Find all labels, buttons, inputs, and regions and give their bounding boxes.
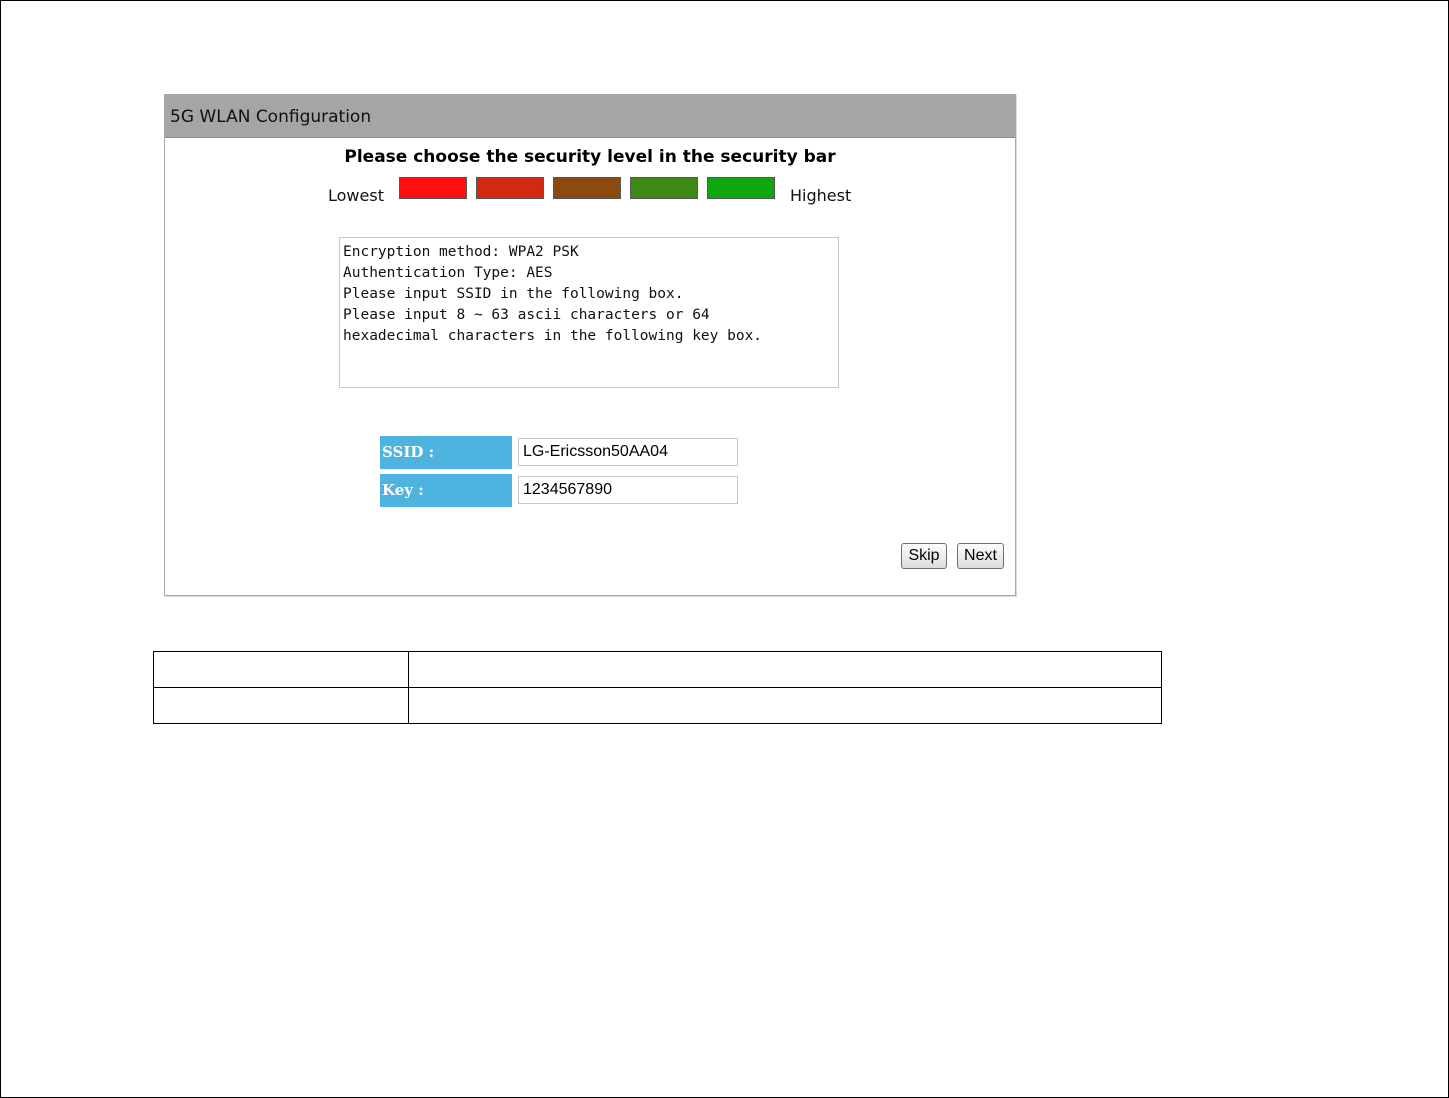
security-level-4[interactable] bbox=[630, 177, 698, 199]
ssid-input[interactable] bbox=[518, 438, 738, 466]
info-line-key-hint-cont: hexadecimal characters in the following … bbox=[343, 328, 763, 344]
security-highest-label: Highest bbox=[790, 186, 852, 205]
skip-button[interactable]: Skip bbox=[901, 543, 947, 569]
security-level-5[interactable] bbox=[707, 177, 775, 199]
info-line-ssid-hint: Please input SSID in the following box. bbox=[343, 286, 684, 302]
security-heading: Please choose the security level in the … bbox=[344, 147, 836, 167]
document-table bbox=[153, 651, 1162, 724]
panel-header: 5G WLAN Configuration bbox=[165, 95, 1015, 138]
table-cell bbox=[408, 687, 1162, 724]
key-label: Key : bbox=[380, 474, 512, 507]
table-cell bbox=[153, 651, 409, 688]
security-level-1[interactable] bbox=[399, 177, 467, 199]
info-line-authentication: Authentication Type: AES bbox=[343, 265, 553, 281]
table-row bbox=[153, 687, 1162, 724]
security-info-textarea[interactable]: Encryption method: WPA2 PSK Authenticati… bbox=[339, 237, 839, 388]
next-button[interactable]: Next bbox=[957, 543, 1004, 569]
panel-title: 5G WLAN Configuration bbox=[170, 107, 372, 127]
wlan-config-panel: 5G WLAN Configuration Please choose the … bbox=[164, 94, 1016, 596]
security-level-3[interactable] bbox=[553, 177, 621, 199]
ssid-label: SSID : bbox=[380, 436, 512, 469]
table-row bbox=[153, 651, 1162, 688]
table-cell bbox=[153, 687, 409, 724]
table-cell bbox=[408, 651, 1162, 688]
security-level-2[interactable] bbox=[476, 177, 544, 199]
info-line-encryption: Encryption method: WPA2 PSK bbox=[343, 244, 579, 260]
info-line-key-hint: Please input 8 ~ 63 ascii characters or … bbox=[343, 307, 710, 323]
key-input[interactable] bbox=[518, 476, 738, 504]
security-lowest-label: Lowest bbox=[328, 186, 384, 205]
